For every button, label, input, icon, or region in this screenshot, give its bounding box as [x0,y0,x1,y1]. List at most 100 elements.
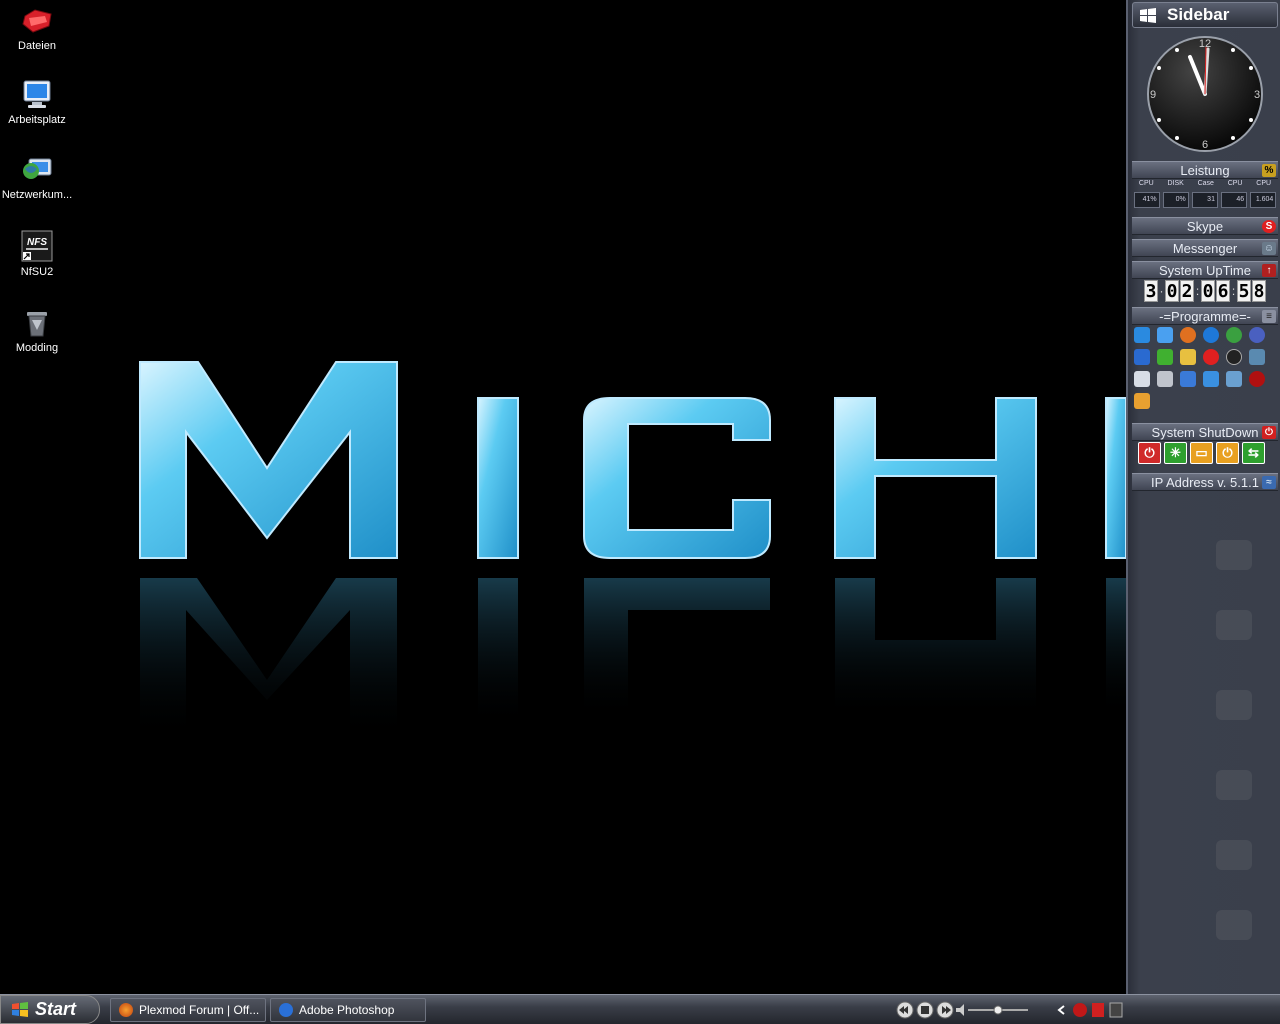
program-shortcut-icon[interactable] [1157,327,1173,343]
desktop-icon-dateien[interactable]: Dateien [0,4,74,52]
internet-explorer-icon[interactable] [1203,327,1219,343]
messenger-title: Messenger [1172,241,1238,256]
desktop: Dateien Arbeitsplatz Netzwerkum... NFS N… [0,0,1126,994]
firefox-launcher-icon[interactable] [1180,327,1196,343]
uptime-separator: · [1159,284,1164,298]
desktop-icon-label: Modding [15,342,59,354]
programs-launcher-grid [1134,327,1276,409]
photoshop-launcher-icon[interactable] [1134,349,1150,365]
desktop-icon-label: Netzwerkum... [1,189,73,201]
performance-section-header[interactable]: Leistung % [1132,161,1278,179]
performance-badge-icon: % [1262,164,1276,177]
tray-red-icon[interactable] [1073,1003,1087,1017]
svg-text:NFS: NFS [27,237,47,248]
analog-clock: 12 3 6 9 [1147,36,1263,152]
taskbar-button-photoshop[interactable]: Adobe Photoshop [270,998,426,1022]
desktop-icon-nfsu2[interactable]: NFS NfSU2 [0,230,74,278]
ip-section-header[interactable]: IP Address v. 5.1.1 ≈ [1132,473,1278,491]
shutdown-section-header[interactable]: System ShutDown ⏻ [1132,423,1278,441]
ip-network-icon: ≈ [1262,476,1276,489]
system-tray [1057,1002,1123,1018]
uptime-arrow-icon: ↑ [1262,264,1276,277]
sidebar: Sidebar 12 3 6 9 Leistung % CPU DISK Cas… [1126,0,1280,994]
perf-value-cpu-temp: 46 [1221,192,1248,208]
skype-icon: S [1262,220,1276,233]
sidebar-title: Sidebar [1167,5,1230,24]
desktop-icon-modding[interactable]: Modding [0,306,74,354]
tray-monitor-icon[interactable] [1109,1002,1123,1018]
eject-icon[interactable] [1249,349,1265,365]
perf-value-case: 31 [1191,192,1218,208]
uptime-separator: : [1195,284,1200,298]
clock-number-12: 12 [1199,38,1211,50]
program-shortcut-icon[interactable] [1157,349,1173,365]
program-shortcut-icon[interactable] [1134,393,1150,409]
uptime-digit: 0 [1201,280,1215,302]
firefox-icon [119,1003,133,1017]
network-tools-icon[interactable] [1180,371,1196,387]
programs-section-header[interactable]: -=Programme=- ≡ [1132,307,1278,325]
tray-alert-icon[interactable] [1092,1003,1104,1017]
uptime-separator: : [1231,284,1236,298]
taskbar-button-firefox[interactable]: Plexmod Forum | Off... [110,998,266,1022]
uptime-counter: 3 · 0 2 : 0 6 : 5 8 [1134,279,1276,303]
volume-icon [956,1004,964,1016]
perf-label: CPU [1138,180,1154,187]
nfs-game-icon: NFS [21,230,53,262]
performance-values: 41% 0% 31 46 1.604 [1132,192,1278,208]
skype-launcher-icon[interactable] [1203,349,1219,365]
start-label: Start [35,999,77,1019]
program-shortcut-icon[interactable] [1226,327,1242,343]
uptime-digit: 5 [1237,280,1251,302]
desktop-icon-arbeitsplatz[interactable]: Arbeitsplatz [0,78,74,126]
clock-number-9: 9 [1150,89,1156,101]
desktop-icon-label: Arbeitsplatz [8,114,66,126]
volume-slider-handle[interactable] [993,1005,1003,1015]
program-shortcut-icon[interactable] [1226,349,1242,365]
shutdown-badge-icon: ⏻ [1262,426,1276,439]
task-label: Plexmod Forum | Off... [139,1003,260,1017]
clock-number-6: 6 [1202,139,1208,151]
uptime-digit: 0 [1165,280,1179,302]
wallpaper-reflection [140,578,1126,740]
tray-expand-chevron-icon[interactable] [1057,1005,1065,1015]
start-button[interactable]: Start [0,995,100,1024]
program-shortcut-icon[interactable] [1134,327,1150,343]
wallpaper-letters [139,361,1126,559]
task-label: Adobe Photoshop [299,1003,395,1017]
media-player-icon[interactable] [1249,327,1265,343]
perf-label: CPU [1256,180,1272,187]
perf-label: Case [1197,180,1214,187]
restart-button[interactable]: ✳ [1164,442,1187,464]
perf-value-disk: 0% [1162,192,1189,208]
ghost-icon [1216,610,1252,640]
uptime-digit: 3 [1144,280,1158,302]
power-off-button[interactable]: ⏻ [1138,442,1161,464]
performance-title: Leistung [1180,163,1230,178]
messenger-section-header[interactable]: Messenger ☺ [1132,239,1278,257]
program-shortcut-icon[interactable] [1226,371,1242,387]
computer-small-icon[interactable] [1157,371,1173,387]
ghost-icon [1216,840,1252,870]
skype-title: Skype [1186,219,1224,234]
standby-button[interactable]: ⏻ [1216,442,1239,464]
ghost-icon [1216,770,1252,800]
switch-user-button[interactable]: ⇆ [1242,442,1265,464]
perf-value-cpu-freq: 1.604 [1250,192,1277,208]
folder-icon[interactable] [1180,349,1196,365]
program-shortcut-icon[interactable] [1249,371,1265,387]
uptime-digit: 6 [1216,280,1230,302]
shutdown-buttons: ⏻ ✳ ▭ ⏻ ⇆ [1138,442,1274,464]
media-player-controls [896,1001,1028,1019]
windows-flag-icon [12,1002,28,1017]
ghost-icon [1216,540,1252,570]
uptime-section-header[interactable]: System UpTime ↑ [1132,261,1278,279]
activity-monitor-icon[interactable] [1203,371,1219,387]
skype-section-header[interactable]: Skype S [1132,217,1278,235]
sidebar-header[interactable]: Sidebar [1132,2,1278,28]
uptime-title: System UpTime [1159,263,1251,278]
desktop-icon-netzwerk[interactable]: Netzwerkum... [0,153,74,201]
lock-button[interactable]: ▭ [1190,442,1213,464]
performance-labels: CPU DISK Case CPU CPU [1132,180,1278,187]
document-icon[interactable] [1134,371,1150,387]
